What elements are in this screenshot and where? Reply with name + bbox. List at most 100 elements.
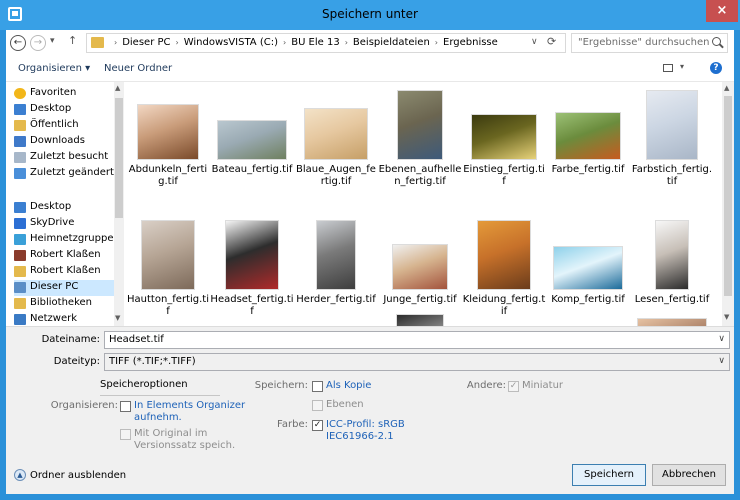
scrollbar-thumb[interactable]	[724, 96, 732, 296]
back-button[interactable]: ←	[10, 35, 26, 51]
help-icon[interactable]: ?	[710, 62, 722, 74]
navigation-pane: Favoriten Desktop Öffentlich Downloads Zulet…	[6, 82, 124, 326]
file-thumbnail[interactable]	[304, 108, 368, 160]
file-thumbnail[interactable]	[655, 220, 689, 290]
file-thumbnail[interactable]	[392, 244, 448, 290]
original-version-checkbox[interactable]	[120, 429, 131, 440]
scroll-down-icon[interactable]: ▼	[724, 313, 729, 321]
sidebar-item-label: Zuletzt besucht	[30, 151, 109, 162]
cancel-button[interactable]: Abbrechen	[652, 464, 726, 486]
downloads-icon	[14, 136, 26, 147]
hide-folders-icon[interactable]: ▲	[14, 469, 26, 481]
sidebar-item[interactable]: Downloads	[14, 134, 124, 150]
recent-changed-icon	[14, 168, 26, 179]
sidebar-item[interactable]: Bibliotheken	[14, 296, 124, 312]
hide-folders-button[interactable]: Ordner ausblenden	[30, 470, 126, 481]
sidebar-item[interactable]: Favoriten	[14, 86, 124, 102]
sidebar-item-label: Zuletzt geändert	[30, 167, 114, 178]
file-thumbnail[interactable]	[471, 114, 537, 160]
scroll-up-icon[interactable]: ▲	[724, 84, 729, 92]
file-thumbnail[interactable]	[397, 90, 443, 160]
breadcrumb-item[interactable]: Beispieldateien	[353, 37, 430, 48]
file-thumbnail[interactable]	[553, 246, 623, 290]
color-label: Farbe:	[277, 419, 308, 430]
search-icon[interactable]	[712, 37, 721, 46]
file-thumbnail[interactable]	[637, 318, 707, 326]
file-name: Headset_fertig.tif	[210, 294, 294, 317]
address-dropdown-icon[interactable]: ∨	[531, 37, 538, 47]
close-button[interactable]: ×	[706, 0, 738, 22]
divider	[100, 395, 220, 396]
filetype-label: Dateityp:	[53, 356, 100, 367]
sidebar-item[interactable]: Robert Klaßen	[14, 264, 124, 280]
icc-profile-checkbox[interactable]: ✓	[312, 420, 323, 431]
sidebar-item[interactable]: Dieser PC	[14, 280, 124, 296]
sidebar-item[interactable]: Desktop	[14, 200, 124, 216]
sidebar-item-label: Heimnetzgruppe	[30, 233, 114, 244]
file-list-scrollbar[interactable]: ▲ ▼	[722, 82, 734, 326]
organize-menu[interactable]: Organisieren ▾	[18, 63, 90, 74]
address-bar[interactable]: › Dieser PC › WindowsVISTA (C:) › BU Ele 13 › B…	[86, 33, 566, 53]
breadcrumb-item[interactable]: Dieser PC	[122, 37, 170, 48]
file-thumbnail[interactable]	[555, 112, 621, 160]
scrollbar-thumb[interactable]	[115, 98, 123, 218]
sidebar-item-label: Bibliotheken	[30, 297, 92, 308]
file-thumbnail[interactable]	[477, 220, 531, 290]
file-name: Kleidung_fertig.tif	[462, 294, 546, 317]
new-folder-button[interactable]: Neuer Ordner	[104, 63, 172, 74]
filetype-select[interactable]: TIFF (*.TIF;*.TIFF) ∨	[104, 353, 730, 371]
organizer-option-line1[interactable]: In Elements Organizer	[134, 400, 245, 412]
sidebar-item[interactable]: Öffentlich	[14, 118, 124, 134]
forward-button[interactable]: →	[30, 35, 46, 51]
sidebar-item[interactable]: Netzwerk	[14, 312, 124, 326]
file-name: Einstieg_fertig.tif	[463, 164, 545, 187]
breadcrumb-item[interactable]: Ergebnisse	[443, 37, 498, 48]
search-input[interactable]: "Ergebnisse" durchsuchen	[571, 33, 728, 53]
file-thumbnail[interactable]	[217, 120, 287, 160]
file-name: Ebenen_aufhellen_fertig.tif	[378, 164, 462, 187]
libraries-icon	[14, 298, 26, 309]
sidebar-item[interactable]: Desktop	[14, 102, 124, 118]
filetype-dropdown-icon[interactable]: ∨	[718, 356, 725, 366]
file-thumbnail[interactable]	[225, 220, 279, 290]
file-thumbnail[interactable]	[646, 90, 698, 160]
save-button[interactable]: Speichern	[572, 464, 646, 486]
folder-icon	[91, 37, 104, 48]
icc-profile-line1[interactable]: ICC-Profil: sRGB	[326, 419, 405, 431]
sidebar-item[interactable]: Zuletzt besucht	[14, 150, 124, 166]
sidebar-item[interactable]: SkyDrive	[14, 216, 124, 232]
sidebar-item[interactable]: Zuletzt geändert	[14, 166, 124, 182]
file-thumbnail[interactable]	[316, 220, 356, 290]
file-name: Farbe_fertig.tif	[551, 164, 625, 175]
copy-option[interactable]: Als Kopie	[326, 380, 371, 392]
up-folder-icon[interactable]: ↑	[68, 34, 77, 47]
thumbnail-checkbox[interactable]: ✓	[508, 381, 519, 392]
recent-locations-icon[interactable]: ▾	[50, 36, 55, 46]
sidebar-item[interactable]: Heimnetzgruppe	[14, 232, 124, 248]
scroll-down-icon[interactable]: ▼	[115, 314, 120, 322]
sidebar-item[interactable]: Robert Klaßen	[14, 248, 124, 264]
file-name: Bateau_fertig.tif	[211, 164, 293, 175]
view-options-dropdown-icon[interactable]: ▾	[680, 62, 684, 71]
file-thumbnail[interactable]	[137, 104, 199, 160]
filename-dropdown-icon[interactable]: ∨	[718, 334, 725, 344]
change-view-icon[interactable]	[663, 64, 673, 72]
breadcrumb-item[interactable]: WindowsVISTA (C:)	[184, 37, 278, 48]
copy-checkbox[interactable]	[312, 381, 323, 392]
scroll-up-icon[interactable]: ▲	[115, 84, 120, 92]
organizer-option-line2[interactable]: aufnehm.	[134, 412, 182, 424]
breadcrumb-separator: ›	[434, 38, 438, 47]
breadcrumb-item[interactable]: BU Ele 13	[291, 37, 340, 48]
navigation-pane-scrollbar[interactable]: ▲ ▼	[114, 82, 124, 326]
file-thumbnail[interactable]	[141, 220, 195, 290]
refresh-icon[interactable]: ⟳	[547, 35, 556, 48]
filetype-value: TIFF (*.TIF;*.TIFF)	[109, 356, 196, 367]
dialog-client: ← → ▾ ↑ › Dieser PC › WindowsVISTA (C:) › BU …	[6, 30, 734, 494]
filename-field[interactable]: Headset.tif ∨	[104, 331, 730, 349]
icc-profile-line2[interactable]: IEC61966-2.1	[326, 431, 394, 443]
desktop-icon	[14, 202, 26, 213]
sidebar-item-label: Netzwerk	[30, 313, 78, 324]
file-thumbnail[interactable]	[396, 314, 444, 326]
layers-checkbox[interactable]	[312, 400, 323, 411]
organizer-checkbox[interactable]	[120, 401, 131, 412]
